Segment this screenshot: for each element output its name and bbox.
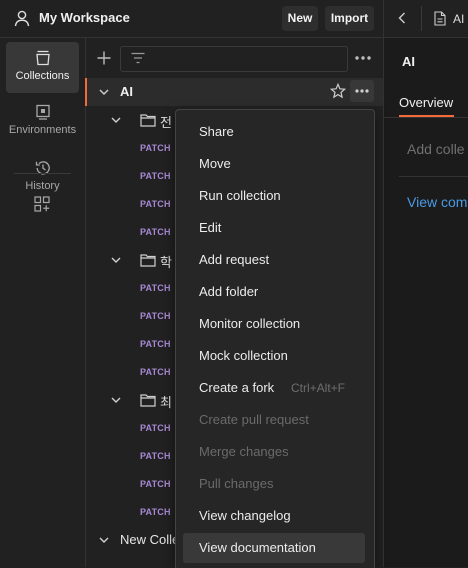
folder-icon — [140, 394, 156, 407]
folder-name[interactable]: 최 — [160, 392, 172, 411]
chevron-left-icon[interactable] — [397, 11, 407, 25]
method-badge: PATCH — [140, 283, 171, 293]
menu-item-label: Create pull request — [199, 412, 309, 427]
divider — [399, 176, 468, 177]
workspace-title[interactable]: My Workspace — [39, 10, 130, 25]
sidebar-divider — [14, 173, 71, 174]
filter-icon — [131, 52, 145, 64]
method-badge: PATCH — [140, 479, 171, 489]
menu-item-view-documentation[interactable]: View documentation — [183, 533, 365, 563]
sidebar-item-environments[interactable]: Environments — [6, 104, 79, 146]
menu-item-label: Mock collection — [199, 348, 288, 363]
plus-icon[interactable] — [96, 50, 112, 66]
method-badge: PATCH — [140, 507, 171, 517]
sidebar-item-label: Collections — [15, 70, 70, 82]
menu-item-label: Monitor collection — [199, 316, 301, 331]
environments-icon — [35, 104, 50, 120]
chevron-down-icon[interactable] — [98, 534, 110, 546]
folder-icon — [140, 254, 156, 267]
configure-sidebar-icon[interactable] — [34, 196, 50, 212]
menu-item-share[interactable]: Share — [183, 117, 365, 147]
folder-icon — [140, 114, 156, 127]
menu-item-move[interactable]: Move — [183, 149, 365, 179]
tab-divider — [383, 117, 468, 118]
star-icon[interactable] — [330, 83, 346, 99]
menu-item-add-request[interactable]: Add request — [183, 245, 365, 275]
menu-item-view-changelog[interactable]: View changelog — [183, 501, 365, 531]
chevron-down-icon[interactable] — [110, 394, 122, 406]
collections-icon — [35, 50, 50, 66]
view-complete-documentation-link[interactable]: View com — [407, 194, 467, 210]
method-badge: PATCH — [140, 339, 171, 349]
more-options-icon[interactable] — [354, 51, 372, 65]
menu-item-label: Add folder — [199, 284, 259, 299]
menu-item-mock-collection[interactable]: Mock collection — [183, 341, 365, 371]
method-badge: PATCH — [140, 143, 171, 153]
method-badge: PATCH — [140, 423, 171, 433]
user-icon — [14, 10, 30, 27]
shortcut-hint: Ctrl+Alt+F — [291, 381, 346, 395]
method-badge: PATCH — [140, 199, 171, 209]
menu-item-label: View documentation — [199, 540, 316, 555]
folder-name[interactable]: 학 — [160, 252, 172, 271]
menu-item-add-folder[interactable]: Add folder — [183, 277, 365, 307]
method-badge: PATCH — [140, 171, 171, 181]
menu-item-monitor-collection[interactable]: Monitor collection — [183, 309, 365, 339]
chevron-down-icon[interactable] — [110, 254, 122, 266]
menu-item-pull-changes: Pull changes — [183, 469, 365, 499]
method-badge: PATCH — [140, 367, 171, 377]
menu-item-label: Share — [199, 124, 234, 139]
chevron-down-icon[interactable] — [110, 114, 122, 126]
menu-item-label: Pull changes — [199, 476, 274, 491]
menu-item-run-collection[interactable]: Run collection — [183, 181, 365, 211]
menu-item-label: Add request — [199, 252, 270, 267]
method-badge: PATCH — [140, 451, 171, 461]
menu-item-merge-changes: Merge changes — [183, 437, 365, 467]
collection-name[interactable]: AI — [120, 84, 133, 99]
menu-item-create-fork[interactable]: Create a fork Ctrl+Alt+F — [183, 373, 365, 403]
description-field[interactable]: Add colle — [407, 141, 465, 157]
document-icon — [434, 11, 446, 26]
tab-overview[interactable]: Overview — [399, 95, 453, 110]
sidebar: Collections Environments History — [0, 38, 86, 567]
menu-item-label: Edit — [199, 220, 222, 235]
sidebar-item-label: Environments — [8, 124, 77, 136]
menu-item-create-pull-request: Create pull request — [183, 405, 365, 435]
method-badge: PATCH — [140, 227, 171, 237]
filter-input[interactable] — [120, 46, 348, 72]
sidebar-item-label: History — [25, 180, 60, 192]
menu-item-label: Merge changes — [199, 444, 289, 459]
collection-name[interactable]: New Colle — [120, 532, 179, 547]
chevron-down-icon[interactable] — [98, 86, 110, 98]
new-button[interactable]: New — [282, 6, 318, 31]
import-button[interactable]: Import — [325, 6, 374, 31]
folder-name[interactable]: 전 — [160, 112, 172, 131]
more-options-icon[interactable] — [350, 80, 374, 102]
menu-item-label: Move — [199, 156, 231, 171]
page-title[interactable]: AI — [402, 54, 415, 69]
tab-ai[interactable]: AI — [453, 12, 464, 26]
menu-item-label: Create a fork — [199, 380, 275, 395]
method-badge: PATCH — [140, 311, 171, 321]
menu-item-label: Run collection — [199, 188, 281, 203]
tab-separator — [421, 6, 422, 31]
sidebar-item-collections[interactable]: Collections — [6, 42, 79, 93]
menu-item-edit[interactable]: Edit — [183, 213, 365, 243]
menu-item-label: View changelog — [199, 508, 291, 523]
